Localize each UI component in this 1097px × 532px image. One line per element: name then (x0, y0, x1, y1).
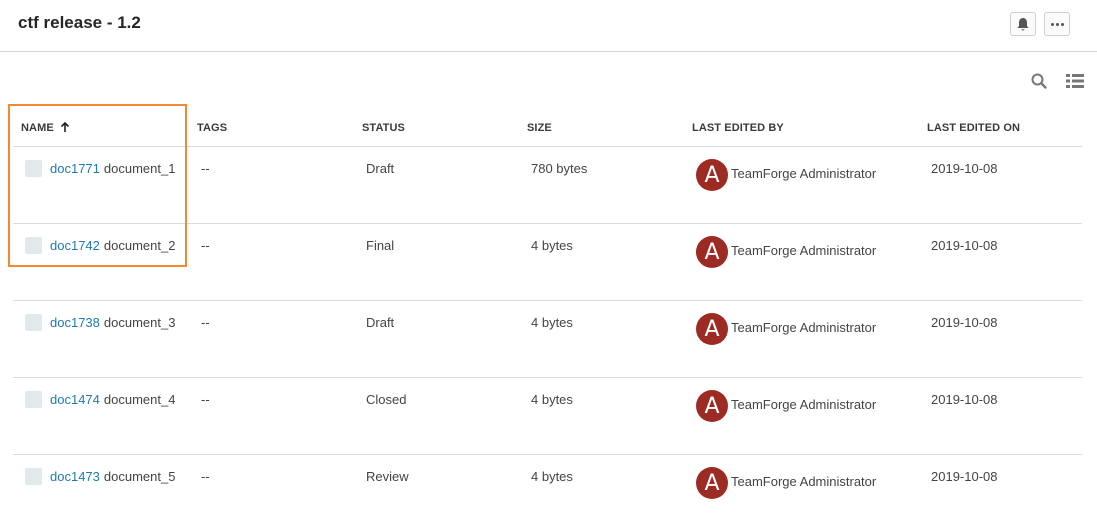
avatar: A (696, 236, 728, 268)
tags-cell: -- (201, 161, 210, 176)
editor-name: TeamForge Administrator (731, 166, 877, 181)
document-name: document_4 (103, 392, 176, 407)
status-cell: Draft (366, 315, 395, 330)
row-checkbox[interactable] (25, 160, 42, 177)
column-header-last-edited-on[interactable]: LAST EDITED ON (927, 122, 1020, 134)
table-row: doc1473 document_5 -- Review 4 bytes A Te… (0, 455, 1097, 532)
table-row: doc1738 document_3 -- Draft 4 bytes A Tea… (0, 301, 1097, 378)
column-header-last-edited-by[interactable]: LAST EDITED BY (692, 122, 784, 134)
status-cell: Draft (366, 161, 395, 176)
more-actions-button[interactable] (1044, 12, 1070, 36)
avatar: A (696, 313, 728, 345)
notifications-button[interactable] (1010, 12, 1036, 36)
document-name: document_2 (103, 238, 176, 253)
document-link[interactable]: doc1771 (50, 161, 100, 176)
date-cell: 2019-10-08 (931, 161, 998, 176)
name-cell: doc1742 document_2 (50, 238, 175, 253)
editor-name: TeamForge Administrator (731, 474, 877, 489)
editor-name: TeamForge Administrator (731, 243, 877, 258)
sort-ascending-icon (60, 122, 69, 132)
page-header: ctf release - 1.2 (0, 0, 1097, 52)
avatar: A (696, 390, 728, 422)
document-link[interactable]: doc1473 (50, 469, 100, 484)
editor-name: TeamForge Administrator (731, 320, 877, 335)
name-cell: doc1771 document_1 (50, 161, 175, 176)
list-view-icon[interactable] (1066, 72, 1084, 90)
status-cell: Closed (366, 392, 407, 407)
tags-cell: -- (201, 392, 210, 407)
date-cell: 2019-10-08 (931, 315, 998, 330)
row-checkbox[interactable] (25, 314, 42, 331)
status-cell: Review (366, 469, 409, 484)
more-horizontal-icon (1050, 22, 1064, 26)
document-link[interactable]: doc1738 (50, 315, 100, 330)
tags-cell: -- (201, 469, 210, 484)
name-cell: doc1474 document_4 (50, 392, 175, 407)
tags-cell: -- (201, 315, 210, 330)
size-cell: 4 bytes (531, 392, 573, 407)
document-link[interactable]: doc1742 (50, 238, 100, 253)
search-icon[interactable] (1030, 72, 1048, 90)
name-cell: doc1473 document_5 (50, 469, 175, 484)
size-cell: 4 bytes (531, 469, 573, 484)
row-checkbox[interactable] (25, 468, 42, 485)
editor-name: TeamForge Administrator (731, 397, 877, 412)
page-title: ctf release - 1.2 (18, 13, 141, 32)
column-header-status[interactable]: STATUS (362, 122, 405, 134)
size-cell: 4 bytes (531, 315, 573, 330)
avatar: A (696, 159, 728, 191)
table-row: doc1771 document_1 -- Draft 780 bytes A T… (0, 147, 1097, 224)
document-name: document_3 (103, 315, 176, 330)
size-cell: 4 bytes (531, 238, 573, 253)
date-cell: 2019-10-08 (931, 469, 998, 484)
column-header-name[interactable]: NAME (21, 122, 70, 134)
row-checkbox[interactable] (25, 237, 42, 254)
avatar: A (696, 467, 728, 499)
bell-icon (1017, 17, 1029, 31)
column-header-tags[interactable]: TAGS (197, 122, 227, 134)
document-link[interactable]: doc1474 (50, 392, 100, 407)
table-row: doc1742 document_2 -- Final 4 bytes A Tea… (0, 224, 1097, 301)
tags-cell: -- (201, 238, 210, 253)
column-header-size[interactable]: SIZE (527, 122, 552, 134)
row-checkbox[interactable] (25, 391, 42, 408)
date-cell: 2019-10-08 (931, 392, 998, 407)
status-cell: Final (366, 238, 395, 253)
document-name: document_5 (103, 469, 176, 484)
table-row: doc1474 document_4 -- Closed 4 bytes A Te… (0, 378, 1097, 455)
size-cell: 780 bytes (531, 161, 588, 176)
document-name: document_1 (103, 161, 176, 176)
name-cell: doc1738 document_3 (50, 315, 175, 330)
date-cell: 2019-10-08 (931, 238, 998, 253)
